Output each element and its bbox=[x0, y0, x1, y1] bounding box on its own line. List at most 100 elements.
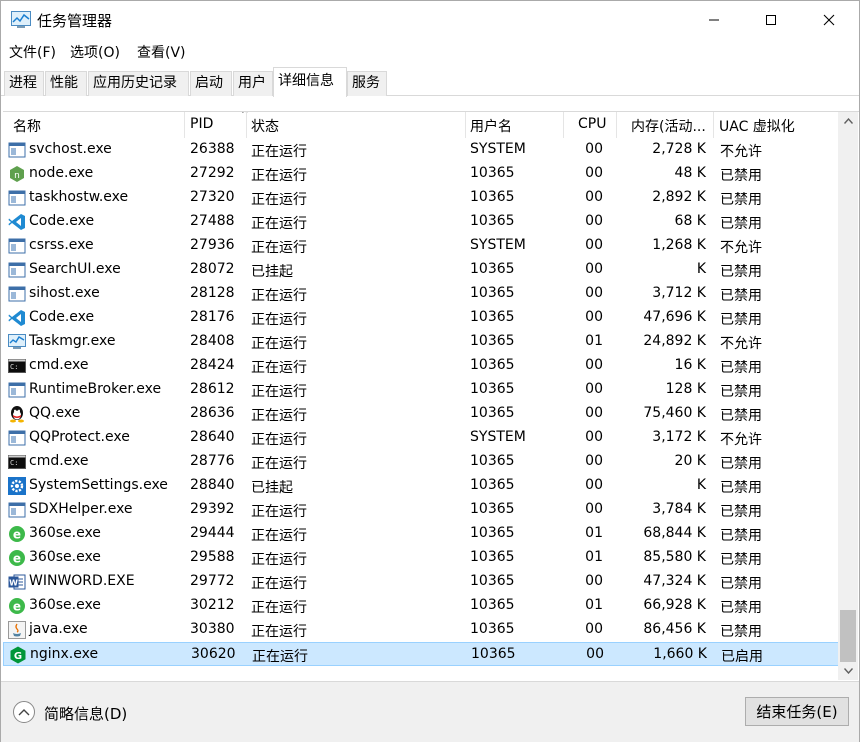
process-memory: 47,696 K bbox=[643, 309, 706, 325]
scroll-down-button[interactable] bbox=[838, 662, 858, 680]
table-row[interactable]: n node.exe 27292 正在运行 10365 00 48 K 已禁用 bbox=[3, 162, 839, 186]
process-username: 10365 bbox=[470, 573, 515, 589]
table-row[interactable]: C: cmd.exe 28424 正在运行 10365 00 16 K 已禁用 bbox=[3, 354, 839, 378]
tab-users[interactable]: 用户 bbox=[233, 71, 273, 96]
process-status: 正在运行 bbox=[251, 552, 307, 568]
process-memory: 2,728 K bbox=[652, 141, 706, 157]
process-username: 10365 bbox=[470, 405, 515, 421]
end-task-button[interactable]: 结束任务(E) bbox=[745, 697, 849, 726]
process-cpu: 01 bbox=[585, 549, 603, 565]
runtimebroker-icon bbox=[8, 381, 26, 399]
process-memory: 3,784 K bbox=[652, 501, 706, 517]
sort-ascending-icon: ^ bbox=[241, 111, 249, 120]
process-memory: 47,324 K bbox=[643, 573, 706, 589]
column-divider[interactable] bbox=[563, 112, 564, 138]
table-row[interactable]: csrss.exe 27936 正在运行 SYSTEM 00 1,268 K 不允许 bbox=[3, 234, 839, 258]
process-memory: 48 K bbox=[674, 165, 706, 181]
column-header-username[interactable]: 用户名 bbox=[470, 116, 512, 136]
table-row[interactable]: sihost.exe 28128 正在运行 10365 00 3,712 K 已禁用 bbox=[3, 282, 839, 306]
title-bar[interactable]: 任务管理器 bbox=[1, 1, 859, 39]
process-cpu: 00 bbox=[585, 405, 603, 421]
fewer-details-toggle[interactable] bbox=[13, 701, 35, 723]
process-uac: 已禁用 bbox=[720, 504, 762, 520]
table-row[interactable]: C: cmd.exe 28776 正在运行 10365 00 20 K 已禁用 bbox=[3, 450, 839, 474]
process-name: RuntimeBroker.exe bbox=[29, 381, 162, 397]
column-header-memory[interactable]: 内存(活动... bbox=[631, 116, 706, 136]
process-uac: 已启用 bbox=[721, 649, 763, 665]
process-uac: 已禁用 bbox=[720, 600, 762, 616]
svg-text:C:: C: bbox=[10, 459, 18, 467]
details-table: 名称 PID ^ 状态 用户名 CPU 内存(活动... UAC 虚拟化 svc… bbox=[3, 111, 859, 681]
process-status: 正在运行 bbox=[251, 432, 307, 448]
process-cpu: 00 bbox=[585, 621, 603, 637]
tab-startup[interactable]: 启动 bbox=[190, 71, 232, 96]
fewer-details-link[interactable]: 简略信息(D) bbox=[44, 703, 127, 724]
column-divider[interactable] bbox=[246, 112, 247, 138]
process-memory: K bbox=[696, 261, 706, 277]
process-cpu: 01 bbox=[585, 597, 603, 613]
svg-text:W: W bbox=[9, 579, 18, 588]
column-header-status[interactable]: 状态 bbox=[251, 116, 279, 136]
column-divider[interactable] bbox=[616, 112, 617, 138]
process-username: 10365 bbox=[470, 453, 515, 469]
process-uac: 已禁用 bbox=[720, 624, 762, 640]
process-uac: 不允许 bbox=[720, 240, 762, 256]
vertical-scrollbar[interactable] bbox=[838, 112, 858, 680]
process-name: Taskmgr.exe bbox=[29, 333, 116, 349]
table-row[interactable]: Gnginx.exe 30620 正在运行 10365 00 1,660 K 已启用 bbox=[3, 642, 839, 666]
process-pid: 27292 bbox=[190, 165, 235, 181]
menu-view[interactable]: 查看(V) bbox=[137, 42, 186, 62]
scrollbar-thumb[interactable] bbox=[840, 610, 856, 662]
close-button[interactable] bbox=[800, 1, 858, 39]
process-status: 正在运行 bbox=[251, 600, 307, 616]
table-row[interactable]: e 360se.exe 30212 正在运行 10365 01 66,928 K 已禁用 bbox=[3, 594, 839, 618]
table-row[interactable]: RuntimeBroker.exe 28612 正在运行 10365 00 128 K 已禁… bbox=[3, 378, 839, 402]
process-memory: 86,456 K bbox=[643, 621, 706, 637]
tab-services[interactable]: 服务 bbox=[347, 71, 387, 96]
process-username: 10365 bbox=[470, 549, 515, 565]
process-memory: 24,892 K bbox=[643, 333, 706, 349]
table-row[interactable]: taskhostw.exe 27320 正在运行 10365 00 2,892 K 已禁用 bbox=[3, 186, 839, 210]
table-row[interactable]: svchost.exe 26388 正在运行 SYSTEM 00 2,728 K 不允许 bbox=[3, 138, 839, 162]
table-row[interactable]: SearchUI.exe 28072 已挂起 10365 00 K 已禁用 bbox=[3, 258, 839, 282]
process-username: 10365 bbox=[470, 261, 515, 277]
process-pid: 30620 bbox=[191, 646, 236, 662]
column-header-name[interactable]: 名称 bbox=[13, 116, 41, 136]
qq-icon bbox=[8, 405, 26, 423]
cmd-icon: C: bbox=[8, 357, 26, 375]
column-header-uac[interactable]: UAC 虚拟化 bbox=[719, 116, 795, 136]
minimize-button[interactable] bbox=[685, 1, 743, 39]
table-row[interactable]: Code.exe 28176 正在运行 10365 00 47,696 K 已禁用 bbox=[3, 306, 839, 330]
menu-file[interactable]: 文件(F) bbox=[9, 42, 56, 62]
process-pid: 28840 bbox=[190, 477, 235, 493]
menu-options[interactable]: 选项(O) bbox=[70, 42, 120, 62]
process-name: csrss.exe bbox=[29, 237, 94, 253]
table-row[interactable]: QQProtect.exe 28640 正在运行 SYSTEM 00 3,172 K 不允许 bbox=[3, 426, 839, 450]
table-row[interactable]: e 360se.exe 29588 正在运行 10365 01 85,580 K 已禁用 bbox=[3, 546, 839, 570]
scroll-up-button[interactable] bbox=[838, 112, 858, 130]
360se-icon: e bbox=[8, 549, 26, 567]
table-row[interactable]: Taskmgr.exe 28408 正在运行 10365 01 24,892 K 不允许 bbox=[3, 330, 839, 354]
process-uac: 已禁用 bbox=[720, 528, 762, 544]
column-header-pid[interactable]: PID bbox=[190, 116, 213, 132]
process-pid: 28424 bbox=[190, 357, 235, 373]
column-divider[interactable] bbox=[184, 112, 185, 138]
table-row[interactable]: java.exe 30380 正在运行 10365 00 86,456 K 已禁用 bbox=[3, 618, 839, 642]
table-row[interactable]: Code.exe 27488 正在运行 10365 00 68 K 已禁用 bbox=[3, 210, 839, 234]
column-header-cpu[interactable]: CPU bbox=[578, 116, 606, 132]
table-row[interactable]: SystemSettings.exe 28840 已挂起 10365 00 K 已禁用 bbox=[3, 474, 839, 498]
maximize-button[interactable] bbox=[742, 1, 800, 39]
table-row[interactable]: SDXHelper.exe 29392 正在运行 10365 00 3,784 K 已禁用 bbox=[3, 498, 839, 522]
tab-processes[interactable]: 进程 bbox=[4, 71, 44, 96]
taskmgr-icon bbox=[8, 333, 26, 351]
column-divider[interactable] bbox=[465, 112, 466, 138]
tab-app-history[interactable]: 应用历史记录 bbox=[88, 71, 189, 96]
process-name: QQ.exe bbox=[29, 405, 81, 421]
table-row[interactable]: QQ.exe 28636 正在运行 10365 00 75,460 K 已禁用 bbox=[3, 402, 839, 426]
tab-details[interactable]: 详细信息 bbox=[273, 67, 347, 97]
table-row[interactable]: W WINWORD.EXE 29772 正在运行 10365 00 47,324 K 已禁用 bbox=[3, 570, 839, 594]
column-divider[interactable] bbox=[713, 112, 714, 138]
process-status: 正在运行 bbox=[251, 456, 307, 472]
table-row[interactable]: e 360se.exe 29444 正在运行 10365 01 68,844 K 已禁用 bbox=[3, 522, 839, 546]
tab-performance[interactable]: 性能 bbox=[45, 71, 87, 96]
